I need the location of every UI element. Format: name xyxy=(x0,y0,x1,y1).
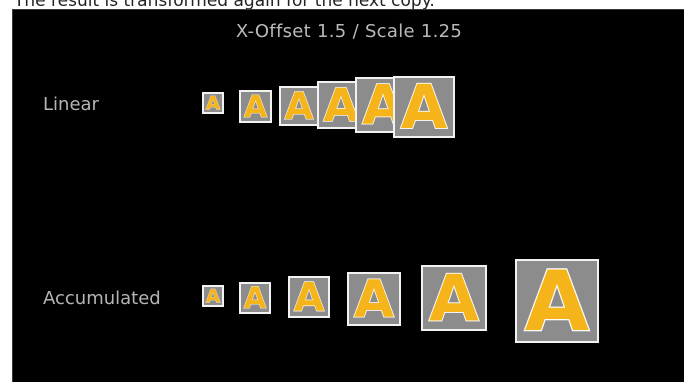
tile-glyph: A xyxy=(285,88,314,124)
tile-glyph: A xyxy=(525,261,589,341)
linear-copy-2: A xyxy=(239,90,272,123)
row-label-linear: Linear xyxy=(43,94,99,115)
tile-glyph: A xyxy=(294,278,325,316)
letter-a-icon: A xyxy=(243,92,268,121)
accumulated-copy-3: A xyxy=(288,276,330,318)
accumulated-copy-2: A xyxy=(239,282,271,314)
letter-a-icon: A xyxy=(205,287,221,305)
accumulated-copy-1: A xyxy=(202,285,224,307)
tile-glyph: A xyxy=(206,94,221,112)
panel-title: X-Offset 1.5 / Scale 1.25 xyxy=(235,21,463,42)
accumulated-copy-6: A xyxy=(515,259,599,343)
tile-glyph: A xyxy=(354,274,394,324)
letter-a-icon: A xyxy=(293,278,325,316)
letter-a-icon: A xyxy=(243,284,267,312)
row-label-accumulated: Accumulated xyxy=(43,288,161,309)
tile-glyph: A xyxy=(401,78,448,136)
accumulated-copy-5: A xyxy=(421,265,487,331)
linear-copy-3: A xyxy=(279,86,319,126)
tile-glyph: A xyxy=(244,284,267,312)
tile-glyph: A xyxy=(429,267,479,329)
tile-glyph: A xyxy=(323,83,359,127)
letter-a-icon: A xyxy=(205,94,221,112)
letter-a-icon: A xyxy=(524,261,591,341)
linear-copy-6: A xyxy=(393,76,455,138)
linear-copy-1: A xyxy=(202,92,224,114)
letter-a-icon: A xyxy=(284,88,314,124)
letter-a-icon: A xyxy=(428,267,480,329)
tile-glyph: A xyxy=(206,287,221,305)
letter-a-icon: A xyxy=(353,274,395,324)
accumulated-copy-4: A xyxy=(347,272,401,326)
tile-glyph: A xyxy=(244,92,268,121)
letter-a-icon: A xyxy=(400,78,449,136)
preview-panel: X-Offset 1.5 / Scale 1.25 Linear Accumul… xyxy=(12,9,684,382)
